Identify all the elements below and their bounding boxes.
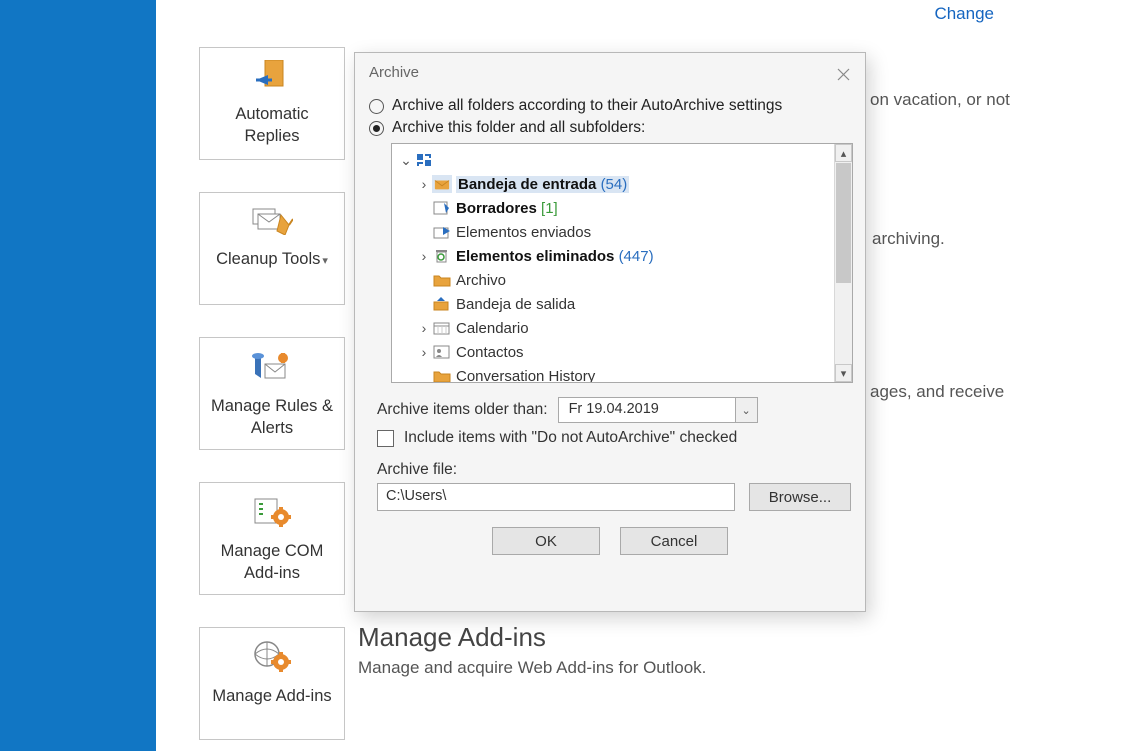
manage-addins-heading: Manage Add-ins [358, 622, 546, 653]
chevron-right-icon[interactable]: › [416, 176, 432, 192]
tree-item-label: Borradores [456, 200, 537, 217]
bg-text-ages: ages, and receive [870, 382, 1004, 402]
tree-item-outbox[interactable]: Bandeja de salida [392, 292, 834, 316]
archive-dialog: Archive Archive all folders according to… [354, 52, 866, 612]
radio-icon [369, 121, 384, 136]
tree-item-label: Archivo [456, 272, 506, 289]
tile-label: Automatic Replies [235, 105, 308, 146]
scroll-up-icon[interactable]: ▴ [835, 144, 852, 162]
tree-item-sent[interactable]: Elementos enviados [392, 220, 834, 244]
automatic-replies-icon [206, 60, 338, 97]
close-button[interactable] [837, 65, 851, 79]
tile-label: Manage Add-ins [212, 687, 331, 705]
tree-item-drafts[interactable]: Borradores [1] [392, 196, 834, 220]
manage-addins-sub: Manage and acquire Web Add-ins for Outlo… [358, 658, 706, 678]
ok-button[interactable]: OK [492, 527, 600, 555]
manage-addins-icon [206, 640, 338, 679]
tree-item-conversation-history[interactable]: Conversation History [392, 364, 834, 382]
chevron-down-icon[interactable]: ⌄ [398, 152, 414, 169]
tree-item-label: Elementos eliminados [456, 248, 614, 265]
scroll-down-icon[interactable]: ▾ [835, 364, 852, 382]
tile-label: Cleanup Tools▾ [216, 250, 328, 268]
tree-item-count: (54) [601, 176, 628, 193]
tree-item-label: Conversation History [456, 368, 595, 383]
manage-com-icon [206, 495, 338, 534]
chevron-right-icon[interactable]: › [416, 344, 432, 360]
calendar-icon [432, 319, 452, 337]
tree-account-row[interactable]: ⌄ [392, 148, 834, 172]
tree-item-label: Calendario [456, 320, 529, 337]
tile-manage-com[interactable]: Manage COM Add-ins [199, 482, 345, 595]
folder-tree[interactable]: ⌄ › B [391, 143, 853, 383]
scroll-thumb[interactable] [836, 163, 851, 283]
chevron-right-icon[interactable]: › [416, 248, 432, 264]
chevron-right-icon[interactable]: › [416, 320, 432, 336]
tree-item-count: (447) [619, 248, 654, 265]
tree-item-label: Elementos enviados [456, 224, 591, 241]
tree-item-calendar[interactable]: › Calendario [392, 316, 834, 340]
chevron-down-icon[interactable]: ⌄ [735, 398, 757, 422]
left-rail [0, 0, 156, 751]
inbox-icon [432, 175, 452, 193]
older-than-date-select[interactable]: Fr 19.04.2019 ⌄ [558, 397, 758, 423]
tile-label: Manage COM Add-ins [221, 542, 324, 583]
radio-label: Archive all folders according to their A… [392, 97, 782, 115]
cancel-button[interactable]: Cancel [620, 527, 728, 555]
tree-item-inbox[interactable]: › Bandeja de entrada (54) [392, 172, 834, 196]
dropdown-caret-icon: ▾ [322, 255, 328, 267]
tree-item-contacts[interactable]: › Contactos [392, 340, 834, 364]
bg-text-vacation: on vacation, or not [870, 90, 1010, 110]
tree-item-label: Bandeja de salida [456, 296, 575, 313]
sent-icon [432, 223, 452, 241]
radio-archive-all[interactable]: Archive all folders according to their A… [369, 97, 851, 115]
tree-item-archive[interactable]: Archivo [392, 268, 834, 292]
tree-item-deleted[interactable]: › Elementos eliminados (447) [392, 244, 834, 268]
radio-label: Archive this folder and all subfolders: [392, 119, 645, 137]
tile-manage-rules[interactable]: Manage Rules & Alerts [199, 337, 345, 450]
tile-cleanup-tools[interactable]: Cleanup Tools▾ [199, 192, 345, 305]
tile-automatic-replies[interactable]: Automatic Replies [199, 47, 345, 160]
tile-label: Manage Rules & Alerts [211, 397, 333, 438]
archive-file-input[interactable]: C:\Users\ [377, 483, 735, 511]
manage-rules-icon [206, 350, 338, 389]
change-link[interactable]: Change [934, 4, 994, 24]
folder-icon [432, 367, 452, 382]
trash-icon [432, 247, 452, 265]
tree-item-label: Contactos [456, 344, 524, 361]
dialog-titlebar: Archive [355, 53, 865, 91]
older-than-label: Archive items older than: [377, 401, 548, 419]
tree-item-label: Bandeja de entrada [458, 176, 596, 193]
radio-icon [369, 99, 384, 114]
tree-item-count: [1] [541, 200, 558, 217]
older-than-value: Fr 19.04.2019 [559, 398, 735, 422]
drafts-icon [432, 199, 452, 217]
archive-file-label: Archive file: [377, 461, 851, 479]
tile-manage-addins[interactable]: Manage Add-ins [199, 627, 345, 740]
bg-text-archiving: archiving. [872, 229, 945, 249]
include-do-not-autoarchive[interactable]: Include items with "Do not AutoArchive" … [377, 429, 851, 447]
close-icon [837, 68, 850, 81]
outbox-icon [432, 295, 452, 313]
exchange-account-icon [414, 151, 434, 169]
radio-archive-this[interactable]: Archive this folder and all subfolders: [369, 119, 851, 137]
checkbox-label: Include items with "Do not AutoArchive" … [404, 429, 737, 447]
tree-scrollbar[interactable]: ▴ ▾ [834, 144, 852, 382]
contacts-icon [432, 343, 452, 361]
browse-button[interactable]: Browse... [749, 483, 851, 511]
checkbox-icon [377, 430, 394, 447]
dialog-title-text: Archive [369, 64, 419, 81]
cleanup-tools-icon [206, 205, 338, 242]
folder-icon [432, 271, 452, 289]
